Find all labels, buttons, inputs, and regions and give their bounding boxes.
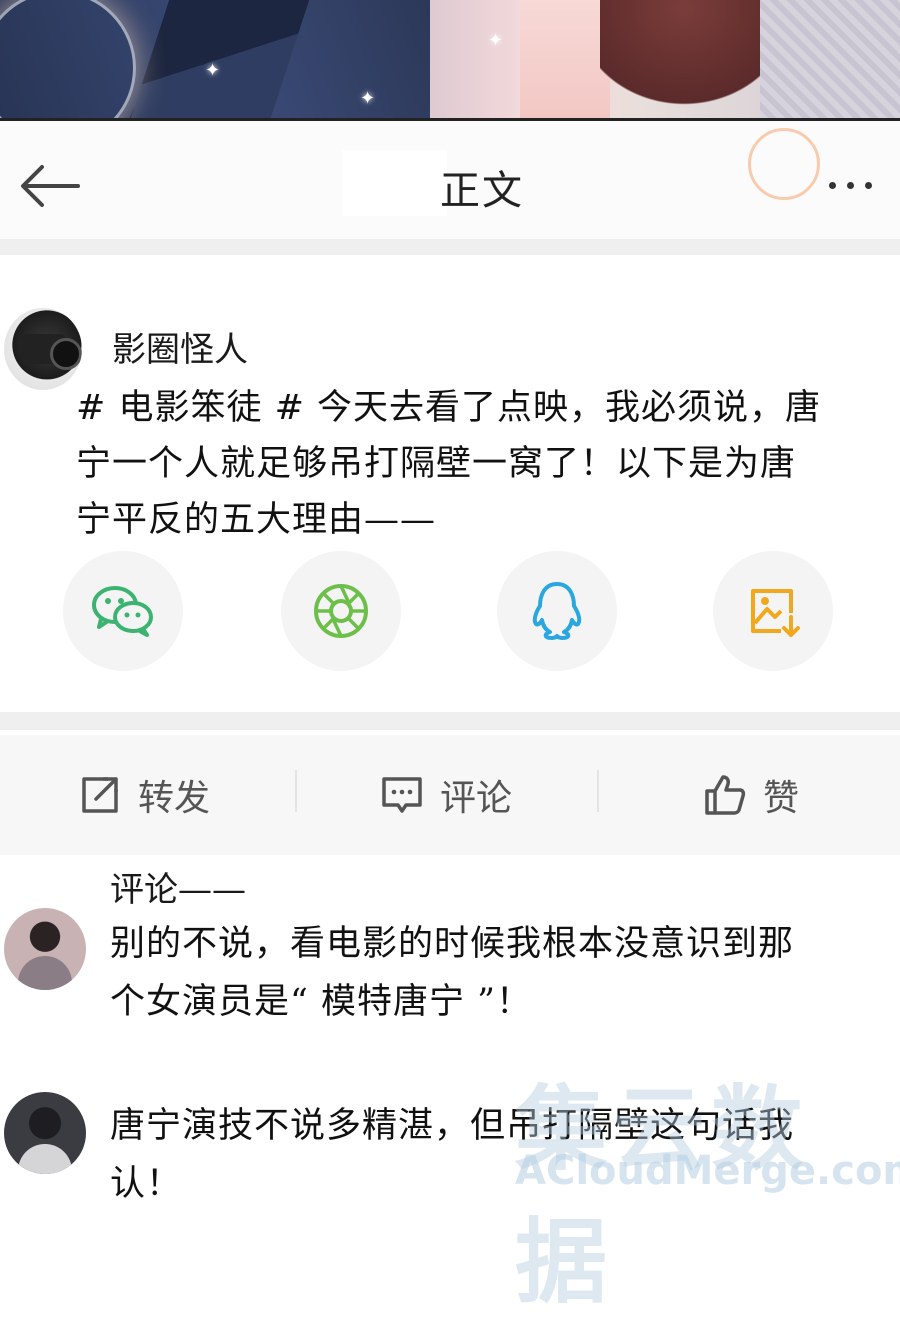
comment-body: 别的不说，看电影的时候我根本没意识到那 个女演员是“ 模特唐宁 ”！: [110, 915, 850, 1031]
arrow-left-icon: [21, 165, 80, 207]
commenter-avatar[interactable]: [4, 1092, 86, 1174]
arm-illustration: [520, 0, 610, 118]
dress-pattern-illustration: [760, 0, 900, 118]
share-moments-button[interactable]: [281, 551, 401, 671]
more-options-button[interactable]: [810, 160, 890, 210]
repost-label: 转发: [138, 778, 211, 819]
author-avatar[interactable]: [4, 308, 82, 390]
qq-icon: [532, 582, 582, 640]
page-title: 正文: [440, 168, 524, 214]
comment-bubble-icon: [382, 777, 422, 813]
like-label: 赞: [763, 778, 800, 819]
share-qq-button[interactable]: [497, 551, 617, 671]
section-divider: [0, 239, 900, 255]
post-line: 宁平反的五大理由——: [76, 500, 437, 540]
share-wechat-button[interactable]: [63, 551, 183, 671]
post-body: # 电影笨徒 # 今天去看了点映，我必须说，唐 宁一个人就足够吊打隔壁一窝了！以…: [76, 380, 836, 548]
glow-ring-decoration: [0, 0, 136, 118]
comment-line: 别的不说，看电影的时候我根本没意识到那: [110, 924, 795, 964]
author-name[interactable]: 影圈怪人: [112, 322, 248, 371]
sparkle-icon: ✦: [488, 30, 504, 51]
moments-icon: [314, 584, 368, 638]
comment-label: 评论: [440, 778, 513, 819]
section-divider: [0, 712, 900, 730]
title-mask: [342, 150, 447, 216]
comment-button[interactable]: 评论: [380, 770, 512, 820]
repost-button[interactable]: 转发: [78, 770, 210, 820]
action-separator: [597, 770, 599, 812]
save-image-button[interactable]: [713, 551, 833, 671]
watermark-english: ACloudMerge.com: [515, 1148, 900, 1194]
sparkle-icon: ✦: [360, 88, 376, 109]
thumbs-up-icon: [705, 775, 746, 815]
post-line: # 电影笨徒 # 今天去看了点映，我必须说，唐: [76, 388, 822, 428]
camera-lens-icon: [50, 338, 82, 370]
comments-heading: 评论——: [110, 870, 246, 910]
dot-icon: [864, 181, 872, 189]
back-button[interactable]: [14, 150, 86, 222]
post-line: 宁一个人就足够吊打隔壁一窝了！以下是为唐: [76, 444, 797, 484]
dot-icon: [846, 181, 854, 189]
comic-art-banner: ✦ ✦ ✦: [0, 0, 900, 121]
action-separator: [295, 770, 297, 812]
share-out-icon: [82, 777, 118, 813]
like-button[interactable]: 赞: [703, 770, 799, 820]
comment-line: 个女演员是“ 模特唐宁 ”！: [110, 982, 533, 1022]
wechat-icon: [92, 586, 153, 637]
save-image-icon: [751, 589, 800, 637]
sparkle-icon: ✦: [205, 60, 221, 81]
commenter-avatar[interactable]: [4, 908, 86, 990]
dot-icon: [828, 181, 836, 189]
